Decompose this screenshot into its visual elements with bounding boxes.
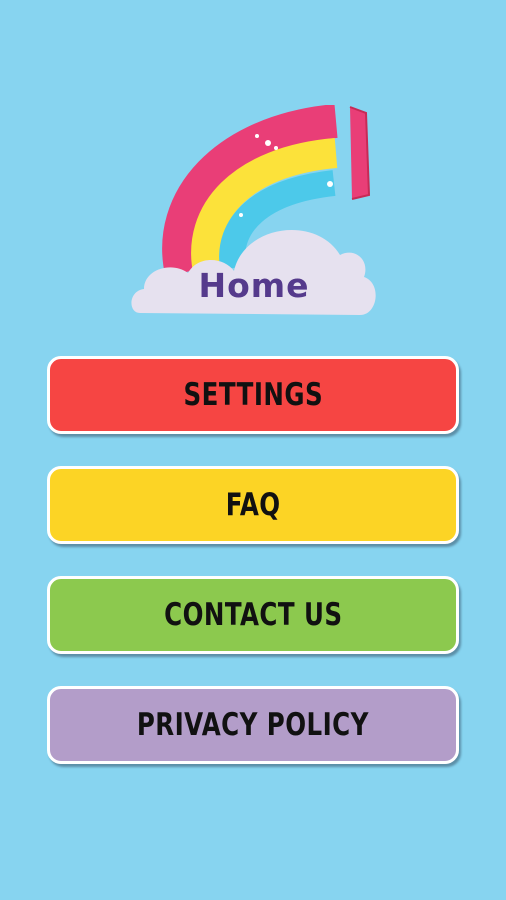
- privacy-policy-button-label: PRIVACY POLICY: [136, 707, 370, 743]
- faq-button[interactable]: FAQ: [47, 466, 459, 544]
- contact-us-button-label: CONTACT US: [163, 597, 343, 633]
- settings-button-label: SETTINGS: [183, 377, 323, 413]
- settings-button[interactable]: SETTINGS: [47, 356, 459, 434]
- contact-us-button[interactable]: CONTACT US: [47, 576, 459, 654]
- faq-button-label: FAQ: [225, 487, 281, 523]
- page-title: Home: [198, 266, 310, 305]
- privacy-policy-button[interactable]: PRIVACY POLICY: [47, 686, 459, 764]
- main-menu: SETTINGS FAQ CONTACT US PRIVACY POLICY: [47, 356, 459, 796]
